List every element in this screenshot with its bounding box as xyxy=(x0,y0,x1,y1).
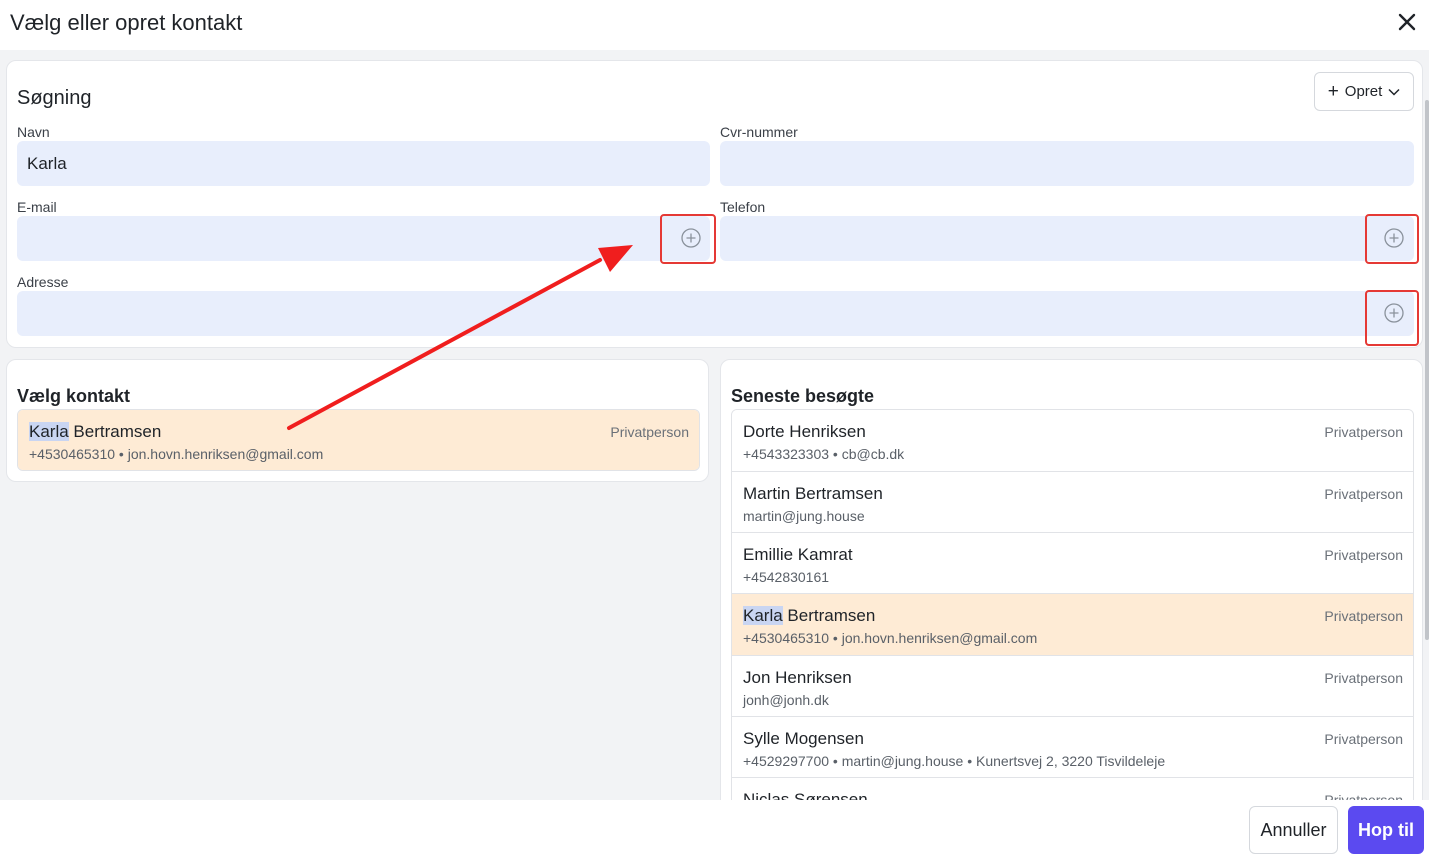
contact-name: Niclas Sørensen xyxy=(743,790,868,800)
list-item[interactable]: Jon Henriksen jonh@jonh.dk Privatperson xyxy=(732,655,1413,717)
recent-list: Dorte Henriksen +4543323303 • cb@cb.dk P… xyxy=(731,409,1414,800)
email-label: E-mail xyxy=(17,199,57,215)
address-field[interactable] xyxy=(17,291,1414,336)
jump-to-button[interactable]: Hop til xyxy=(1348,806,1424,854)
chevron-down-icon xyxy=(1388,88,1400,96)
dialog-body: Søgning + Opret Navn Karla Cvr-nummer E-… xyxy=(0,50,1429,800)
list-item[interactable]: Karla Bertramsen +4530465310 • jon.hovn.… xyxy=(732,593,1413,655)
list-item[interactable]: Karla Bertramsen +4530465310 • jon.hovn.… xyxy=(18,410,699,470)
phone-field[interactable] xyxy=(720,216,1414,261)
contact-name: Sylle Mogensen xyxy=(743,729,864,748)
list-item[interactable]: Emillie Kamrat +4542830161 Privatperson xyxy=(732,532,1413,594)
contact-meta: +4543323303 • cb@cb.dk xyxy=(743,446,905,462)
recent-panel: Seneste besøgte Dorte Henriksen +4543323… xyxy=(720,359,1423,800)
dialog-header: Vælg eller opret kontakt xyxy=(0,0,1429,50)
contact-meta: +4542830161 xyxy=(743,569,830,585)
dialog-footer: Annuller Hop til xyxy=(0,800,1429,857)
create-button-label: Opret xyxy=(1344,83,1383,100)
contact-meta: +4530465310 • jon.hovn.henriksen@gmail.c… xyxy=(743,630,1038,646)
cvr-label: Cvr-nummer xyxy=(720,124,798,140)
plus-icon: + xyxy=(1327,81,1339,102)
contact-name: Jon Henriksen xyxy=(743,668,852,687)
list-item[interactable]: Sylle Mogensen +4529297700 • martin@jung… xyxy=(732,716,1413,778)
add-phone-icon[interactable] xyxy=(1383,227,1405,249)
contact-type: Privatperson xyxy=(610,424,689,440)
phone-label: Telefon xyxy=(720,199,766,215)
scrollbar[interactable] xyxy=(1425,100,1429,640)
contact-name: Karla Bertramsen xyxy=(29,422,162,441)
address-label: Adresse xyxy=(17,274,69,290)
list-item[interactable]: Dorte Henriksen +4543323303 • cb@cb.dk P… xyxy=(732,410,1413,472)
contact-meta: +4530465310 • jon.hovn.henriksen@gmail.c… xyxy=(29,446,324,462)
create-button[interactable]: + Opret xyxy=(1314,72,1414,111)
choose-contact-panel: Vælg kontakt Karla Bertramsen +453046531… xyxy=(6,359,709,482)
add-address-icon[interactable] xyxy=(1383,302,1405,324)
contact-name: Dorte Henriksen xyxy=(743,422,866,441)
contact-meta: jonh@jonh.dk xyxy=(743,692,829,708)
name-label: Navn xyxy=(17,124,50,140)
choose-contact-list: Karla Bertramsen +4530465310 • jon.hovn.… xyxy=(17,409,700,471)
recent-title: Seneste besøgte xyxy=(731,386,875,406)
contact-name: Emillie Kamrat xyxy=(743,545,853,564)
name-field[interactable]: Karla xyxy=(17,141,710,186)
contact-type: Privatperson xyxy=(1324,547,1403,563)
cvr-field[interactable] xyxy=(720,141,1414,186)
contact-meta: martin@jung.house xyxy=(743,508,865,524)
close-icon[interactable] xyxy=(1395,8,1419,36)
list-item[interactable]: Martin Bertramsen martin@jung.house Priv… xyxy=(732,471,1413,533)
contact-type: Privatperson xyxy=(1324,608,1403,624)
contact-type: Privatperson xyxy=(1324,731,1403,747)
add-email-icon[interactable] xyxy=(680,227,702,249)
contact-name: Karla Bertramsen xyxy=(743,606,876,625)
contact-type: Privatperson xyxy=(1324,424,1403,440)
contact-type: Privatperson xyxy=(1324,486,1403,502)
cancel-button[interactable]: Annuller xyxy=(1249,806,1338,854)
email-field[interactable] xyxy=(17,216,710,261)
search-title: Søgning xyxy=(17,87,92,109)
contact-name: Martin Bertramsen xyxy=(743,484,883,503)
contact-meta: +4529297700 • martin@jung.house • Kunert… xyxy=(743,753,1166,769)
contact-type: Privatperson xyxy=(1324,792,1403,800)
list-item[interactable]: Niclas Sørensen Privatperson xyxy=(732,777,1413,800)
dialog-title: Vælg eller opret kontakt xyxy=(10,10,243,35)
search-panel: Søgning + Opret Navn Karla Cvr-nummer E-… xyxy=(6,60,1423,348)
choose-contact-title: Vælg kontakt xyxy=(17,386,131,406)
contact-type: Privatperson xyxy=(1324,670,1403,686)
